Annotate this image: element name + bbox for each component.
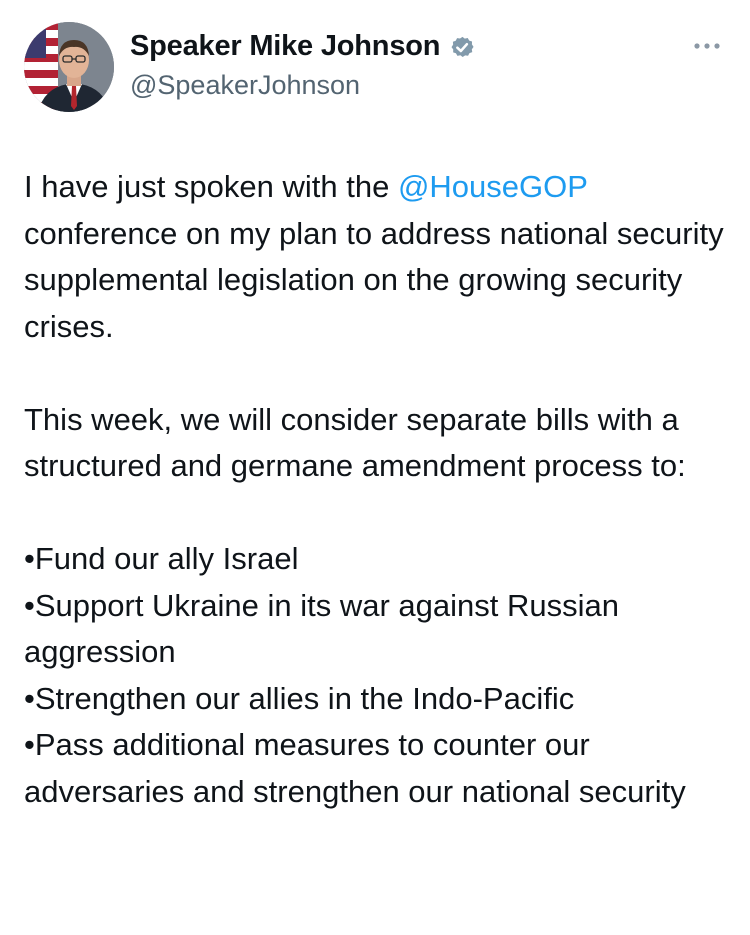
tweet-paragraph-1: I have just spoken with the @HouseGOP co… bbox=[24, 164, 729, 350]
bullet-item: •Fund our ally Israel bbox=[24, 541, 299, 576]
tweet-text-segment: conference on my plan to address nationa… bbox=[24, 215, 724, 344]
author-handle[interactable]: @SpeakerJohnson bbox=[130, 70, 360, 101]
bullet-item: •Support Ukraine in its war against Russ… bbox=[24, 587, 619, 670]
bullet-item: •Strengthen our allies in the Indo-Pacif… bbox=[24, 680, 575, 716]
more-options-button[interactable] bbox=[692, 38, 722, 54]
author-display-name[interactable]: Speaker Mike Johnson bbox=[130, 30, 440, 63]
tweet-bullet-list: •Fund our ally Israel •Support Ukraine i… bbox=[24, 536, 729, 815]
tweet-card: Speaker Mike Johnson @SpeakerJohnson I h… bbox=[0, 0, 750, 935]
profile-photo bbox=[24, 22, 114, 112]
mention-link-housegop[interactable]: @HouseGOP bbox=[398, 169, 587, 204]
tweet-text-segment: I have just spoken with the bbox=[24, 169, 398, 204]
verified-badge-icon bbox=[448, 33, 476, 61]
bullet-item: •Pass additional measures to counter our… bbox=[24, 727, 686, 809]
tweet-body: I have just spoken with the @HouseGOP co… bbox=[24, 164, 729, 815]
author-name-row: Speaker Mike Johnson bbox=[130, 30, 476, 63]
author-avatar[interactable] bbox=[24, 22, 114, 112]
more-horizontal-icon bbox=[694, 43, 720, 49]
tweet-paragraph-2: This week, we will consider separate bil… bbox=[24, 401, 686, 484]
